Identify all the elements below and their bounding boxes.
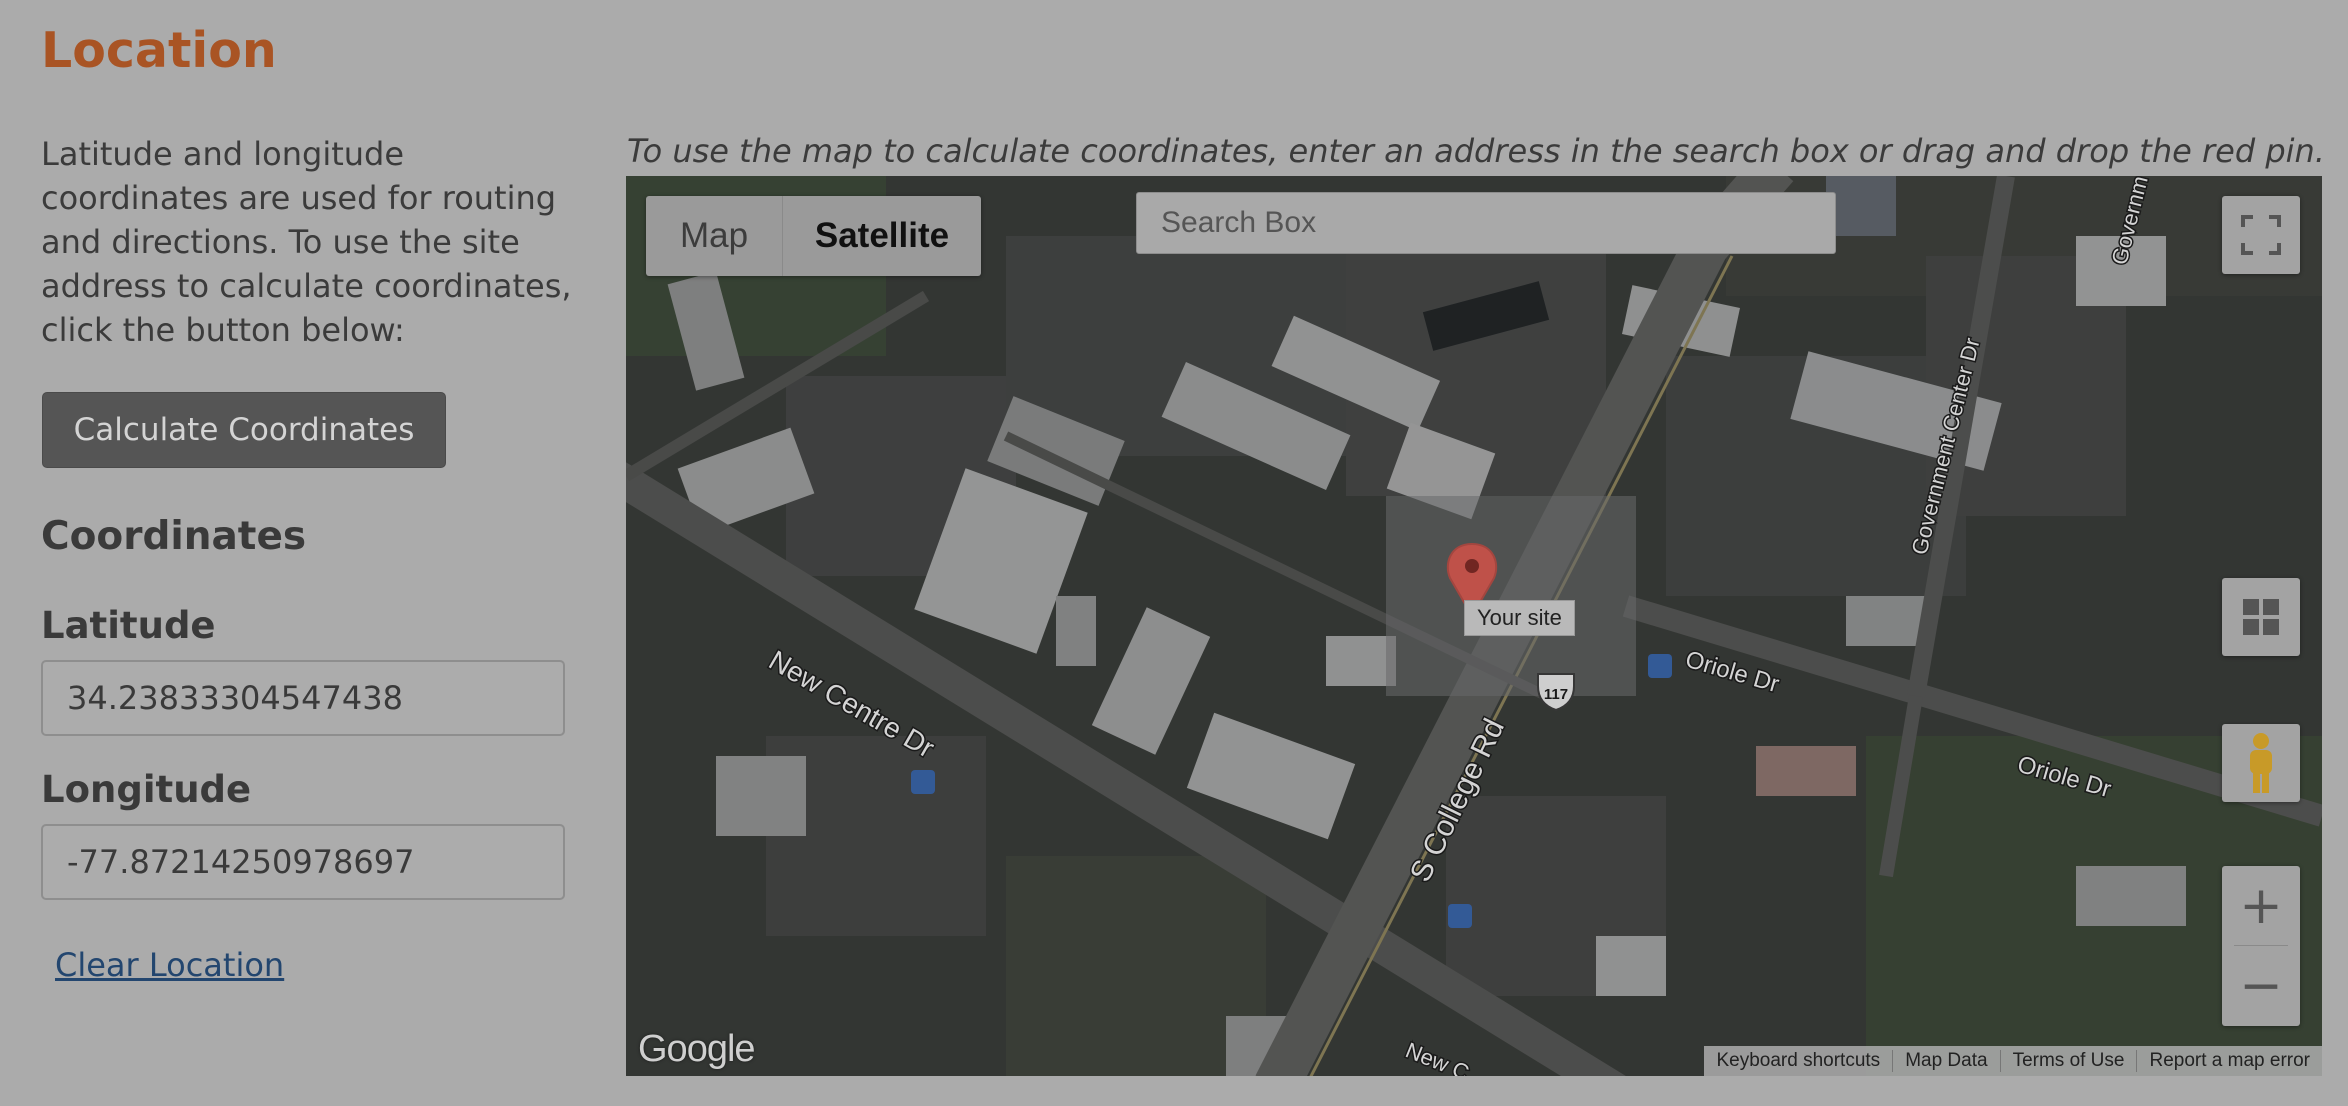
- report-map-error-link[interactable]: Report a map error: [2137, 1050, 2322, 1072]
- pegman-icon: [2250, 733, 2272, 793]
- map-search-input[interactable]: [1136, 192, 1836, 254]
- map-type-control: Map Satellite: [646, 196, 981, 276]
- terms-of-use-link[interactable]: Terms of Use: [2001, 1050, 2138, 1072]
- map-attribution-bar: Keyboard shortcuts Map Data Terms of Use…: [1704, 1046, 2322, 1076]
- zoom-in-button[interactable]: +: [2222, 866, 2300, 945]
- street-view-pegman-button[interactable]: [2222, 724, 2300, 802]
- keyboard-shortcuts-link[interactable]: Keyboard shortcuts: [1704, 1050, 1894, 1072]
- zoom-in-icon: +: [2239, 875, 2283, 936]
- latitude-input[interactable]: [41, 660, 565, 736]
- route-shield-label: 117: [1544, 686, 1568, 703]
- coordinates-heading: Coordinates: [41, 514, 307, 559]
- map-instructions: To use the map to calculate coordinates,…: [627, 132, 2325, 170]
- google-logo: Google: [638, 1028, 756, 1070]
- map-data-link[interactable]: Map Data: [1893, 1050, 2001, 1072]
- layers-button[interactable]: [2222, 578, 2300, 656]
- longitude-label: Longitude: [41, 768, 252, 811]
- zoom-out-icon: −: [2239, 955, 2283, 1016]
- location-description: Latitude and longitude coordinates are u…: [41, 135, 572, 349]
- fullscreen-button[interactable]: [2222, 196, 2300, 274]
- longitude-input[interactable]: [41, 824, 565, 900]
- fullscreen-icon: [2241, 215, 2281, 255]
- satellite-map[interactable]: New Centre Dr S College Rd Oriole Dr Ori…: [626, 176, 2322, 1076]
- zoom-out-button[interactable]: −: [2222, 946, 2300, 1025]
- layers-icon: [2243, 599, 2279, 635]
- calculate-coordinates-button[interactable]: Calculate Coordinates: [42, 392, 446, 468]
- map-type-satellite-button[interactable]: Satellite: [783, 196, 981, 276]
- clear-location-link[interactable]: Clear Location: [55, 946, 284, 984]
- page-title: Location: [41, 22, 277, 79]
- map-type-map-button[interactable]: Map: [646, 196, 783, 276]
- marker-label: Your site: [1464, 600, 1575, 636]
- latitude-label: Latitude: [41, 604, 216, 647]
- zoom-control: + −: [2222, 866, 2300, 1026]
